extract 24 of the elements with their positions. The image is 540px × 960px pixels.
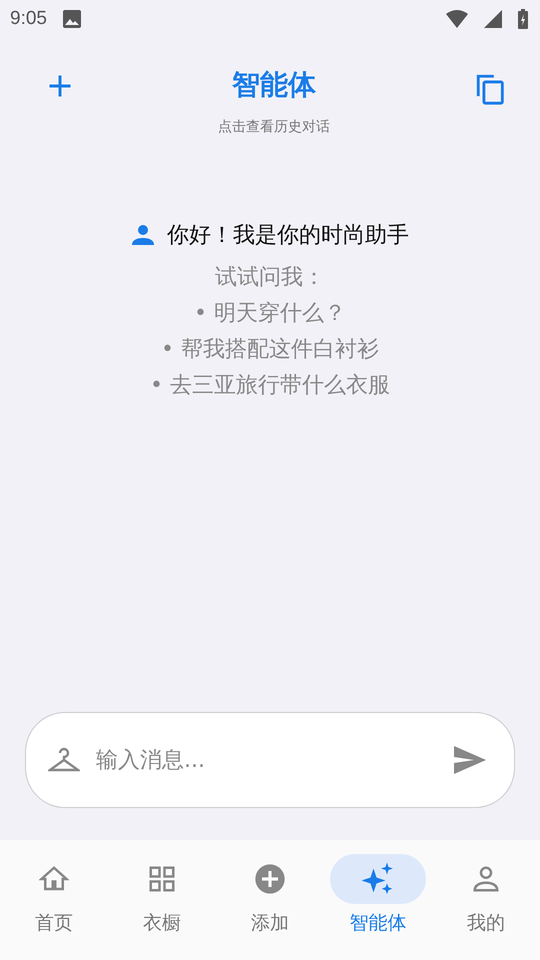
page-title: 智能体 xyxy=(232,67,316,103)
suggestion-text: • 明天穿什么？ xyxy=(194,300,346,328)
send-icon xyxy=(454,746,486,774)
person-icon xyxy=(131,225,155,245)
battery-icon xyxy=(518,9,528,29)
wifi-icon xyxy=(446,10,468,28)
nav-tab[interactable]: 智能体 xyxy=(328,854,428,960)
add-circle-icon xyxy=(254,863,286,895)
message-field[interactable]: 输入消息... xyxy=(94,746,434,774)
image-icon xyxy=(62,10,81,28)
greeting-text: 你好！我是你的时尚助手 xyxy=(167,222,409,250)
nav-tab[interactable]: 衣橱 xyxy=(112,854,212,960)
status-time: 9:05 xyxy=(10,8,47,30)
history-link[interactable]: 点击查看历史对话 xyxy=(218,118,330,136)
grid-icon xyxy=(147,864,177,894)
nav-tab[interactable]: 我的 xyxy=(436,854,536,960)
suggestion-text: 试试问我： xyxy=(215,264,325,292)
suggestion-text: • 帮我搭配这件白衬衫 xyxy=(161,336,379,364)
hanger-icon xyxy=(48,747,80,773)
signal-icon xyxy=(484,10,502,28)
nav-tab[interactable]: 首页 xyxy=(4,854,104,960)
nav-tab[interactable]: 添加 xyxy=(220,854,320,960)
person-icon xyxy=(471,864,501,894)
suggestion-text: • 去三亚旅行带什么衣服 xyxy=(150,372,390,400)
